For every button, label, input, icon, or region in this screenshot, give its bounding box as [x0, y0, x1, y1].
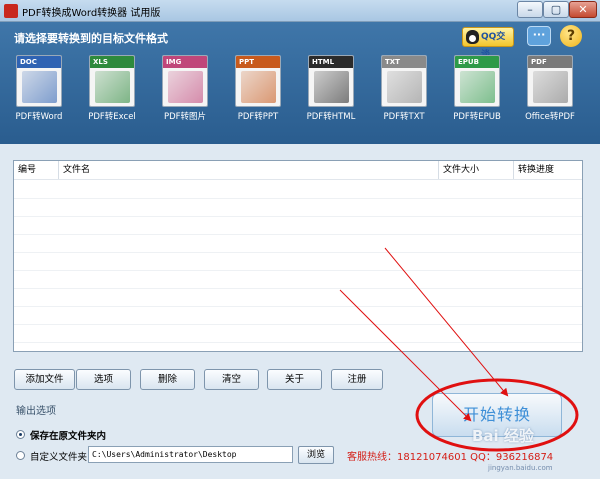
format-graphic [533, 71, 568, 103]
format-option-html[interactable]: HTML PDF转HTML [302, 55, 360, 125]
save-in-source-radio[interactable] [16, 430, 25, 439]
help-icon[interactable]: ? [560, 25, 582, 47]
clear-button[interactable]: 清空 [204, 369, 259, 390]
format-option-doc[interactable]: DOC PDF转Word [10, 55, 68, 125]
column-header-filesize[interactable]: 文件大小 [439, 161, 514, 179]
file-list-header: 编号 文件名 文件大小 转换进度 [14, 161, 582, 180]
format-label: PDF转EPUB [453, 112, 501, 122]
options-button[interactable]: 选项 [76, 369, 131, 390]
format-label: Office转PDF [525, 112, 575, 122]
format-graphic [241, 71, 276, 103]
format-graphic [22, 71, 57, 103]
ppt-check-icon: PPT [235, 55, 281, 107]
format-tag: HTML [309, 56, 353, 68]
text-document-icon: TXT [381, 55, 427, 107]
qq-penguin-icon [466, 30, 479, 44]
close-button[interactable]: ✕ [569, 1, 597, 18]
browse-button[interactable]: 浏览 [298, 446, 334, 464]
image-landscape-icon: IMG [162, 55, 208, 107]
file-list[interactable]: 编号 文件名 文件大小 转换进度 [13, 160, 583, 352]
format-toolbar: 请选择要转换到的目标文件格式 QQ交谈 ··· ? DOC PDF转Word XLS… [0, 22, 600, 144]
row-divider [14, 252, 582, 253]
support-hotline: 客服热线：18121074601 QQ：936216874 [347, 452, 554, 463]
row-divider [14, 324, 582, 325]
format-option-xls[interactable]: XLS PDF转Excel [83, 55, 141, 125]
custom-folder-radio[interactable] [16, 451, 25, 460]
app-icon [4, 4, 18, 18]
chat-bubble-icon[interactable]: ··· [527, 26, 551, 46]
row-divider [14, 234, 582, 235]
format-tag: TXT [382, 56, 426, 68]
row-divider [14, 288, 582, 289]
format-graphic [95, 71, 130, 103]
format-tag: EPUB [455, 56, 499, 68]
format-label: PDF转Word [15, 112, 63, 122]
maximize-button[interactable]: ▢ [543, 1, 569, 18]
format-tag: PDF [528, 56, 572, 68]
format-tag: PPT [236, 56, 280, 68]
save-in-source-label[interactable]: 保存在原文件夹内 [30, 428, 106, 442]
row-divider [14, 306, 582, 307]
column-header-index[interactable]: 编号 [14, 161, 59, 179]
format-option-img[interactable]: IMG PDF转图片 [156, 55, 214, 125]
format-option-pdf[interactable]: PDF Office转PDF [521, 55, 579, 125]
word-document-icon: DOC [16, 55, 62, 107]
epub-book-icon: EPUB [454, 55, 500, 107]
column-header-filename[interactable]: 文件名 [59, 161, 439, 179]
format-graphic [168, 71, 203, 103]
format-label: PDF转PPT [237, 112, 279, 122]
format-option-epub[interactable]: EPUB PDF转EPUB [448, 55, 506, 125]
row-divider [14, 270, 582, 271]
format-graphic [460, 71, 495, 103]
row-divider [14, 342, 582, 343]
format-tag: XLS [90, 56, 134, 68]
add-file-button[interactable]: 添加文件 [14, 369, 75, 390]
title-bar: PDF转换成Word转换器 试用版 – ▢ ✕ [0, 0, 600, 22]
html-globe-icon: HTML [308, 55, 354, 107]
format-tag: DOC [17, 56, 61, 68]
format-label: PDF转HTML [306, 112, 356, 122]
pdf-acrobat-icon: PDF [527, 55, 573, 107]
qq-chat-button[interactable]: QQ交谈 [462, 27, 514, 60]
minimize-button[interactable]: – [517, 1, 543, 18]
delete-button[interactable]: 删除 [140, 369, 195, 390]
format-label: PDF转TXT [383, 112, 425, 122]
excel-chart-icon: XLS [89, 55, 135, 107]
about-button[interactable]: 关于 [267, 369, 322, 390]
watermark-logo: Bai 经验 [472, 427, 534, 445]
register-button[interactable]: 注册 [331, 369, 383, 390]
row-divider [14, 216, 582, 217]
watermark-url: jingyan.baidu.com [488, 464, 553, 472]
custom-folder-label[interactable]: 自定义文件夹 [30, 449, 87, 463]
output-options-label: 输出选项 [16, 406, 56, 417]
output-folder-input[interactable]: C:\Users\Administrator\Desktop [88, 446, 293, 463]
format-graphic [314, 71, 349, 103]
row-divider [14, 198, 582, 199]
format-heading: 请选择要转换到的目标文件格式 [14, 32, 168, 45]
format-label: PDF转图片 [163, 112, 207, 122]
format-label: PDF转Excel [88, 112, 136, 122]
format-option-txt[interactable]: TXT PDF转TXT [375, 55, 433, 125]
column-header-progress[interactable]: 转换进度 [514, 161, 582, 179]
format-option-ppt[interactable]: PPT PDF转PPT [229, 55, 287, 125]
window-title: PDF转换成Word转换器 试用版 [22, 8, 161, 19]
format-graphic [387, 71, 422, 103]
format-tag: IMG [163, 56, 207, 68]
